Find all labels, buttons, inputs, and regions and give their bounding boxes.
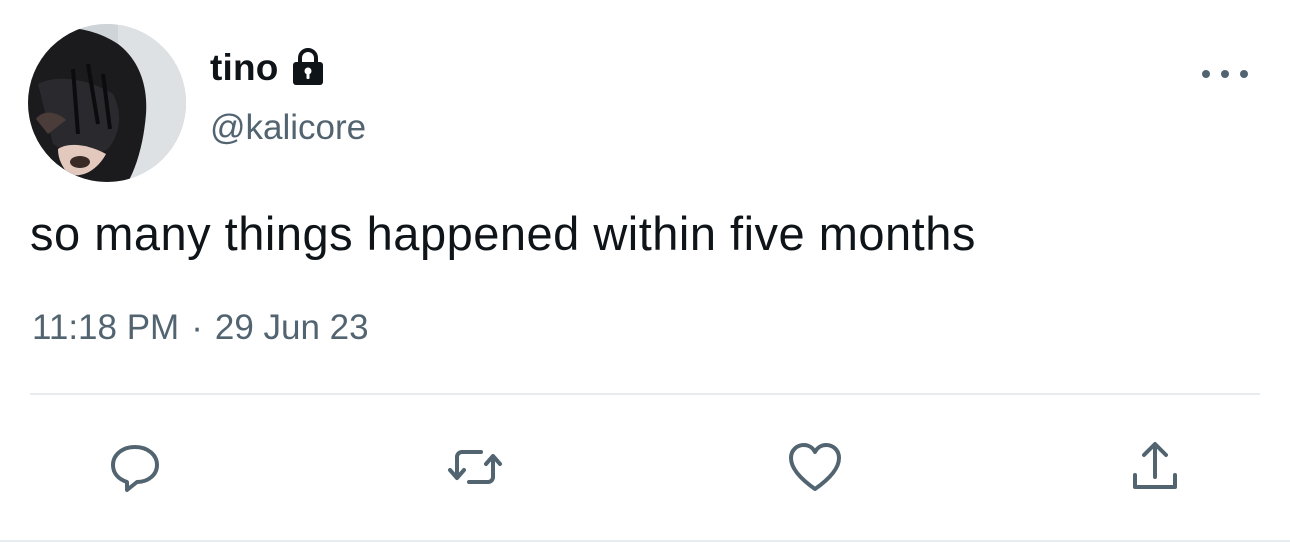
retweet-icon [448, 450, 502, 484]
retweet-button[interactable] [440, 432, 510, 502]
lock-icon [291, 47, 325, 87]
reply-button[interactable] [100, 432, 170, 502]
more-dot [1221, 70, 1229, 78]
tweet-card: tino @kalicore so many things happened w… [0, 0, 1290, 558]
tweet-text: so many things happened within five mont… [30, 207, 976, 260]
tweet-time: 11:18 PM [32, 308, 180, 347]
more-dot [1202, 70, 1210, 78]
heart-icon [789, 443, 841, 491]
display-name-row: tino [210, 40, 325, 96]
like-button[interactable] [780, 432, 850, 502]
more-dot [1240, 70, 1248, 78]
timestamp-row[interactable]: 11:18 PM · 29 Jun 23 [32, 308, 369, 348]
bottom-border [0, 540, 1290, 542]
share-button[interactable] [1120, 432, 1190, 502]
user-handle[interactable]: @kalicore [210, 108, 366, 148]
divider [30, 393, 1260, 395]
share-icon [1133, 442, 1177, 489]
timestamp-separator: · [191, 308, 203, 347]
tweet-date: 29 Jun 23 [214, 308, 369, 347]
reply-icon [111, 445, 159, 492]
avatar[interactable] [28, 24, 186, 182]
avatar-image [28, 24, 186, 182]
action-bar [0, 432, 1290, 502]
display-name[interactable]: tino [210, 47, 279, 89]
more-options-icon[interactable] [1202, 60, 1248, 88]
